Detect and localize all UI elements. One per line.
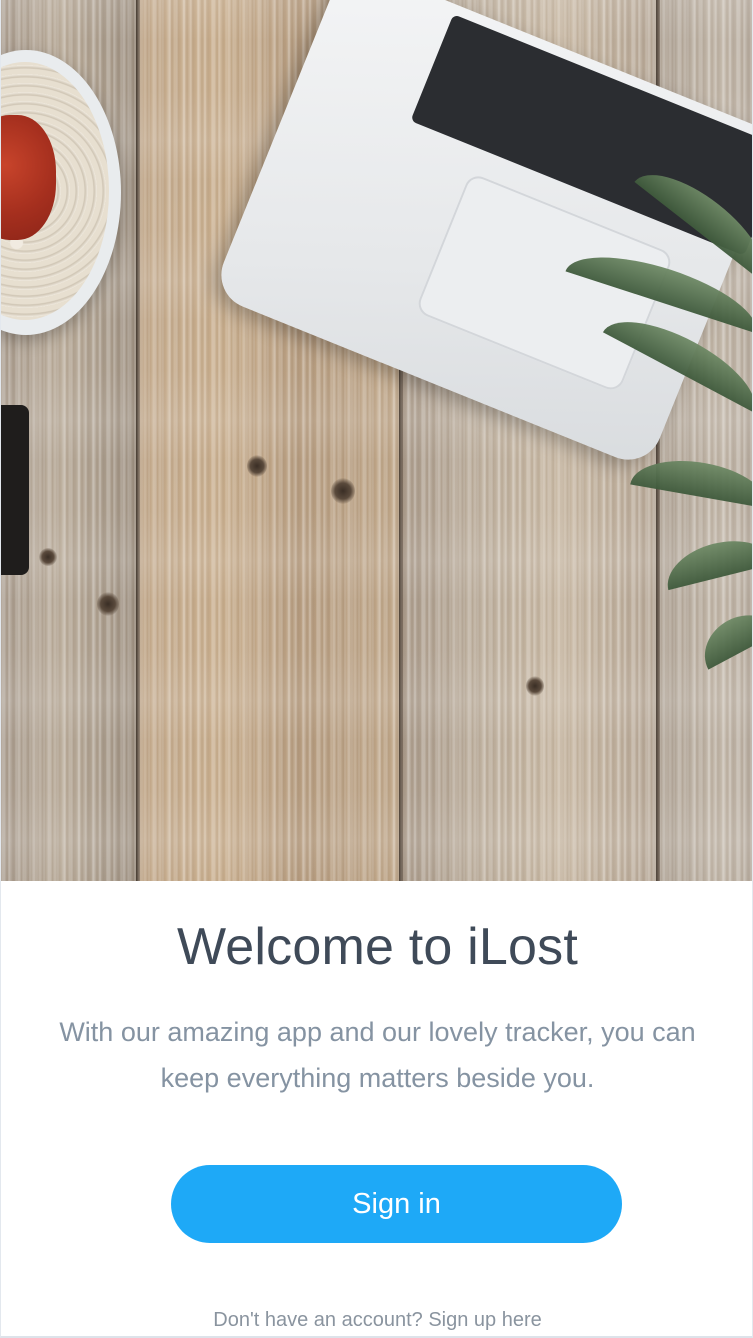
wood-knot: [526, 676, 544, 696]
welcome-content: Welcome to iLost With our amazing app an…: [1, 881, 752, 1336]
phone-edge: [1, 405, 29, 575]
welcome-screen: Welcome to iLost With our amazing app an…: [0, 0, 753, 1338]
wood-knot: [97, 592, 119, 616]
plank-gap: [136, 0, 140, 881]
wood-knot: [331, 478, 355, 504]
wood-knot: [39, 548, 57, 566]
welcome-description: With our amazing app and our lovely trac…: [59, 1017, 696, 1093]
sign-up-link[interactable]: Don't have an account? Sign up here: [1, 1309, 752, 1332]
welcome-title: Welcome to iLost: [176, 918, 579, 976]
sign-in-button[interactable]: Sign in: [171, 1165, 622, 1243]
wood-knot: [247, 455, 267, 477]
hero-image: [1, 0, 752, 881]
